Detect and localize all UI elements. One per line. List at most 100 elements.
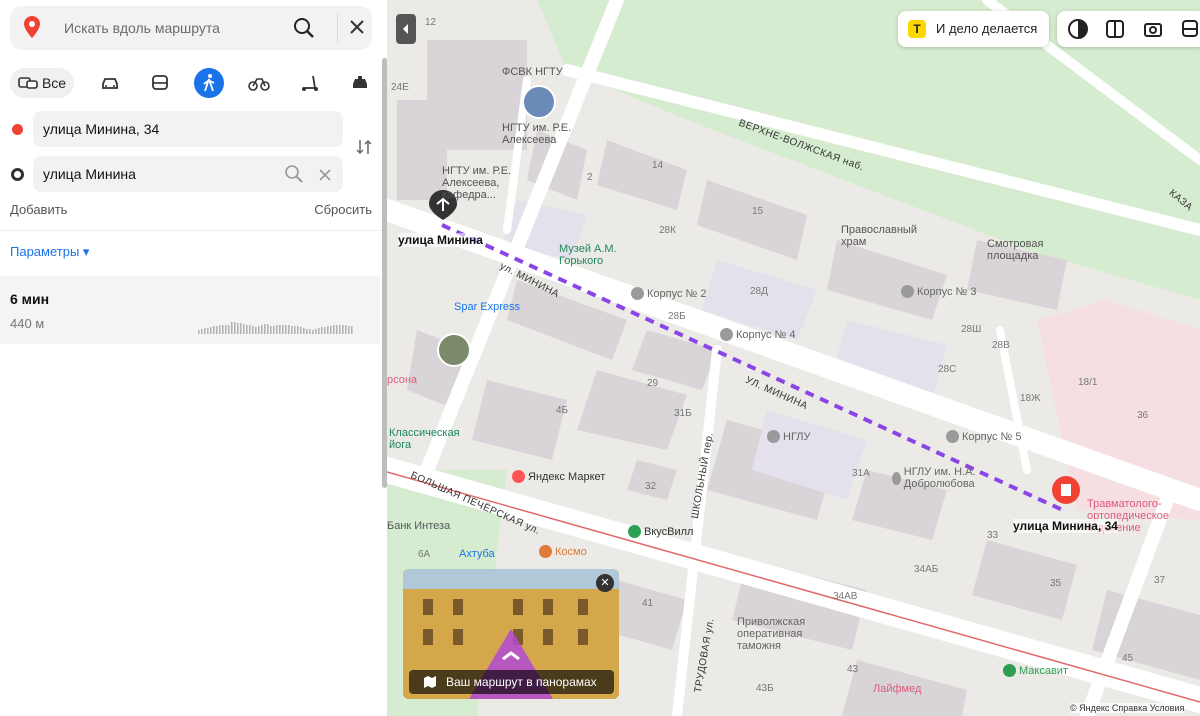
profile-bar xyxy=(204,328,206,334)
sidebar: Искать вдоль маршрута Все улица Минина, … xyxy=(0,0,387,716)
taxi-icon[interactable] xyxy=(348,68,372,98)
pharmacy-icon xyxy=(1003,664,1016,677)
profile-bar xyxy=(201,329,203,334)
profile-bar xyxy=(276,325,278,334)
poi-label[interactable]: Классическая йога xyxy=(389,427,474,451)
point-a-value: улица Минина, 34 xyxy=(43,121,160,137)
elevation-profile xyxy=(198,322,353,334)
poi-label[interactable]: Смотровая площадка xyxy=(987,238,1057,262)
scrollbar[interactable] xyxy=(382,58,387,488)
bike-icon[interactable] xyxy=(246,68,272,98)
layers-icon[interactable] xyxy=(1067,18,1089,40)
profile-bar xyxy=(288,325,290,334)
building-number: 37 xyxy=(1154,575,1166,586)
profile-bar xyxy=(258,326,260,334)
point-a-field[interactable]: улица Минина, 34 xyxy=(33,111,343,147)
profile-bar xyxy=(345,325,347,334)
poi-label[interactable]: НГТУ им. Р.Е. Алексеева, кафедра... xyxy=(442,165,527,201)
panorama-preview[interactable]: ✕ Ваш маршрут в панорамах xyxy=(403,569,619,699)
building-number: 28Ш xyxy=(961,324,982,335)
search-input[interactable]: Искать вдоль маршрута xyxy=(64,20,220,36)
params-button[interactable]: Параметры ▾ xyxy=(10,244,89,260)
building-number: 15 xyxy=(752,206,764,217)
poi-label[interactable]: Корпус № 3 xyxy=(901,285,977,298)
poi-label[interactable]: НГТУ им. Р.Е. Алексеева xyxy=(502,122,592,146)
search-box[interactable]: Искать вдоль маршрута xyxy=(10,6,372,50)
swap-points-icon[interactable] xyxy=(355,138,373,161)
shop-label[interactable]: Яндекс Маркет xyxy=(512,470,605,483)
museum-label[interactable]: Музей А.М. Горького xyxy=(559,243,649,267)
shop-icon xyxy=(539,545,552,558)
close-panorama-button[interactable]: ✕ xyxy=(596,574,614,592)
poi-label[interactable]: НГЛУ xyxy=(767,430,811,443)
panorama-bar[interactable]: Ваш маршрут в панорамах xyxy=(409,670,614,694)
profile-bar xyxy=(303,328,305,334)
building-number: 24Е xyxy=(391,82,409,93)
divider xyxy=(0,230,387,231)
start-pin-label[interactable]: улица Минина xyxy=(398,233,483,247)
building-icon xyxy=(946,430,959,443)
mode-all-label: Все xyxy=(41,75,67,91)
copyright[interactable]: © Яндекс Справка Условия xyxy=(1070,703,1185,713)
reset-button[interactable]: Сбросить xyxy=(314,202,372,217)
add-point-button[interactable]: Добавить xyxy=(10,202,67,217)
panorama-icon[interactable] xyxy=(1142,18,1164,40)
search-icon[interactable] xyxy=(293,17,315,44)
market-icon xyxy=(512,470,525,483)
profile-bar xyxy=(222,325,224,334)
clear-icon[interactable] xyxy=(319,168,331,186)
transit-icon[interactable] xyxy=(1179,18,1200,40)
shop-label[interactable]: ВкусВилл xyxy=(628,525,693,538)
poi-label[interactable]: Корпус № 2 xyxy=(631,287,707,300)
profile-bar xyxy=(348,326,350,334)
profile-bar xyxy=(324,327,326,334)
route-card[interactable]: 6 мин 440 м xyxy=(0,276,380,344)
scooter-icon[interactable] xyxy=(298,68,322,98)
mode-all-button[interactable]: Все xyxy=(10,68,74,98)
bus-icon[interactable] xyxy=(148,68,172,98)
profile-bar xyxy=(318,328,320,334)
poi-label[interactable]: рсона xyxy=(387,374,417,386)
poi-label[interactable]: Ахтуба xyxy=(459,548,495,560)
building-number: 28С xyxy=(938,364,957,375)
end-pin-label[interactable]: улица Минина, 34 xyxy=(1013,519,1118,533)
profile-bar xyxy=(294,326,296,334)
profile-bar xyxy=(234,322,236,334)
search-icon[interactable] xyxy=(284,164,304,189)
poi-label[interactable]: Православный храм xyxy=(841,224,917,248)
traffic-icon[interactable] xyxy=(1104,18,1126,40)
shop-label[interactable]: Spar Express xyxy=(454,301,520,313)
building-number: 14 xyxy=(652,160,664,171)
car-icon[interactable] xyxy=(98,68,122,98)
collapse-sidebar-button[interactable] xyxy=(396,14,416,44)
profile-bar xyxy=(207,328,209,334)
building-number: 33 xyxy=(987,530,999,541)
profile-bar xyxy=(291,326,293,334)
profile-bar xyxy=(309,329,311,334)
point-b-field[interactable]: улица Минина xyxy=(33,156,343,192)
poi-label[interactable]: Корпус № 4 xyxy=(720,328,796,341)
shop-label[interactable]: Космо xyxy=(539,545,587,558)
profile-bar xyxy=(321,327,323,334)
walk-icon[interactable] xyxy=(194,68,224,98)
profile-bar xyxy=(267,324,269,334)
poi-label[interactable]: ФСВК НГТУ xyxy=(502,66,563,78)
poi-label[interactable]: Лайфмед xyxy=(873,683,921,695)
poi-label[interactable]: НГЛУ им. Н.А. Добролюбова xyxy=(892,466,1002,490)
building-number: 28Б xyxy=(668,311,686,322)
grocery-icon xyxy=(628,525,641,538)
building-icon xyxy=(892,471,901,485)
profile-bar xyxy=(225,325,227,334)
building-number: 12 xyxy=(425,17,437,28)
building-icon xyxy=(720,328,733,341)
pharmacy-label[interactable]: Максавит xyxy=(1003,664,1068,677)
poi-label[interactable]: Банк Интеза xyxy=(387,520,450,532)
building-number: 36 xyxy=(1137,410,1149,421)
profile-bar xyxy=(333,325,335,334)
close-icon[interactable] xyxy=(350,20,364,39)
promo-banner[interactable]: T И дело делается xyxy=(898,11,1049,47)
poi-label[interactable]: Приволжская оперативная таможня xyxy=(737,616,837,652)
photo-thumbnail[interactable] xyxy=(522,85,556,119)
poi-label[interactable]: Корпус № 5 xyxy=(946,430,1022,443)
photo-thumbnail[interactable] xyxy=(437,333,471,367)
